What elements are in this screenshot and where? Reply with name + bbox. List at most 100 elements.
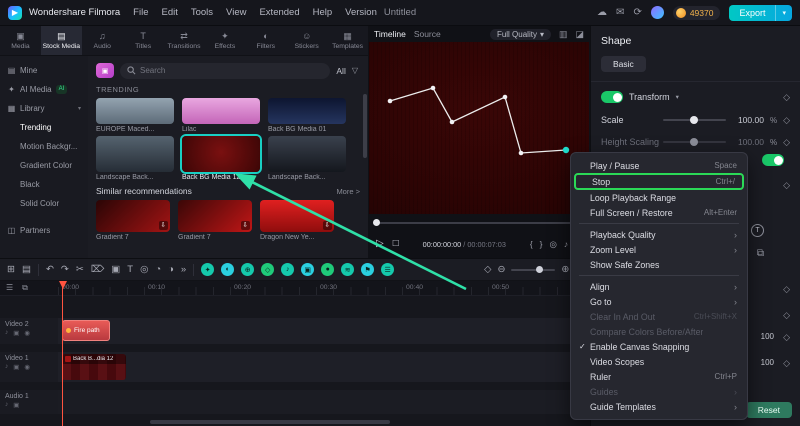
menu-item-stop[interactable]: StopCtrl+/ [574,173,744,190]
preview-scrubber[interactable] [373,218,585,228]
media-scrollbar[interactable] [363,94,367,158]
preview-canvas[interactable] [369,42,589,214]
menu-item-zoom-level[interactable]: Zoom Level› [571,242,747,257]
menu-extended[interactable]: Extended [259,7,299,18]
delete-icon[interactable]: ⌦ [91,265,104,275]
sidebar-item-partners[interactable]: ◫Partners [0,221,88,240]
mute-icon[interactable]: ♪ [5,401,8,409]
track-options-icon[interactable]: ☰ [6,283,13,293]
stock-thumbnail[interactable]: ⇩Dragon New Ye... [260,200,334,244]
stop-button[interactable]: □ [393,239,399,249]
menu-item-full-screen[interactable]: Full Screen / RestoreAlt+Enter [571,205,747,220]
copy-icon[interactable]: ⧉ [757,248,764,259]
zoom-in-icon[interactable]: ⊕ [561,265,569,275]
menu-item-show-safe-zones[interactable]: Show Safe Zones [571,257,747,272]
scrubber-handle[interactable] [373,219,380,226]
clip-fire-path[interactable]: Fire path [62,320,110,341]
menu-view[interactable]: View [226,7,246,18]
chevron-down-icon[interactable]: ▾ [676,93,679,101]
tab-titles[interactable]: TTitles [123,26,164,55]
tab-templates[interactable]: ▦Templates [327,26,368,55]
mixer-icon[interactable]: ≋ [341,263,354,276]
keyframe-record-icon[interactable]: ◎ [140,265,148,275]
avatar[interactable] [651,6,664,19]
sidebar-item-motion-backgrounds[interactable]: Motion Backgr... [0,137,88,156]
menu-edit[interactable]: Edit [161,7,177,18]
menu-item-ruler[interactable]: RulerCtrl+P [571,369,747,384]
menu-item-loop-playback-range[interactable]: Loop Playback Range [571,190,747,205]
provider-filter-button[interactable]: ▣ [96,63,114,78]
stock-thumbnail[interactable]: ⇩Gradient 7 [178,200,252,244]
track-lane[interactable]: Fire path [58,318,590,344]
keyframe-icon[interactable]: ◇ [783,116,790,125]
keyframe-icon[interactable]: ◇ [783,310,790,321]
view-layout-icon[interactable]: ▥ [559,30,568,39]
timeline-zoom-slider[interactable] [511,269,555,271]
sidebar-item-black[interactable]: Black [0,175,88,194]
stock-thumbnail[interactable]: ⇩Gradient 7 [96,200,170,244]
tab-media[interactable]: ▣Media [0,26,41,55]
transform-toggle[interactable] [601,91,623,103]
keyframe-icon[interactable]: ◇ [783,358,790,369]
scale-value[interactable]: 100.00 [732,115,764,125]
mute-icon[interactable]: ♪ [5,329,8,337]
menu-item-go-to[interactable]: Go to› [571,294,747,309]
height-scaling-value[interactable]: 100.00 [732,137,764,147]
marker-icon[interactable]: ⚑ [361,263,374,276]
sidebar-item-mine[interactable]: ▤Mine [0,61,88,80]
export-button[interactable]: Export ▾ [729,5,792,21]
playhead[interactable] [62,281,63,426]
sidebar-item-ai-media[interactable]: ✦AI MediaAI [0,80,88,99]
reset-button[interactable]: Reset [746,402,792,418]
menu-item-playback-quality[interactable]: Playback Quality› [571,227,747,242]
sidebar-item-trending[interactable]: Trending [0,118,88,137]
keyframe-icon[interactable]: ◇ [783,332,790,343]
list-tool-icon[interactable]: ☰ [381,263,394,276]
more-tools-icon[interactable]: » [181,265,186,275]
menu-item-play-pause[interactable]: Play / PauseSpace [571,158,747,173]
mark-out-icon[interactable]: } [540,240,543,249]
text-tool-icon[interactable]: T [127,265,133,275]
redo-icon[interactable]: ↷ [61,265,69,275]
visibility-icon[interactable]: ◉ [24,329,30,337]
tab-audio[interactable]: ♫Audio [82,26,123,55]
mask-tool-icon[interactable]: ✦ [201,263,214,276]
preview-tab-source[interactable]: Source [414,29,441,39]
storyboard-view-icon[interactable]: ▤ [22,265,31,275]
undo-icon[interactable]: ↶ [46,265,54,275]
zoom-out-icon[interactable]: ⊖ [497,265,505,275]
quality-dropdown[interactable]: Full Quality ▾ [490,29,551,40]
sync-icon[interactable]: ⟳ [633,8,641,18]
marker-add-icon[interactable]: ⧉ [22,283,28,293]
menu-item-guide-templates[interactable]: Guide Templates› [571,399,747,414]
message-icon[interactable]: ✉ [616,8,624,18]
stock-thumbnail-selected[interactable]: Back BG Media 12 [182,136,260,184]
timeline-hscrollbar[interactable] [150,420,390,424]
search-input[interactable] [140,66,323,75]
sidebar-item-solid-color[interactable]: Solid Color [0,194,88,213]
menu-item-video-scopes[interactable]: Video Scopes [571,354,747,369]
keyframe-add-icon[interactable]: ◇ [484,265,491,275]
split-icon[interactable]: ✂ [76,265,84,275]
filter-icon[interactable]: ▽ [352,66,358,75]
mark-in-icon[interactable]: { [530,240,533,249]
text-property-icon[interactable]: T [751,224,764,237]
property-value[interactable]: 100 [761,332,774,341]
speed-icon[interactable]: ◔ [155,265,161,275]
lock-icon[interactable]: ▣ [13,329,19,337]
cloud-icon[interactable]: ☁ [597,8,607,18]
height-scaling-slider[interactable] [663,141,726,143]
menu-item-enable-canvas-snapping[interactable]: ✓Enable Canvas Snapping [571,339,747,354]
menu-version[interactable]: Version [345,7,377,18]
all-filter[interactable]: All [336,66,345,76]
stabilize-icon[interactable]: ▣ [301,263,314,276]
grid-view-icon[interactable]: ⊞ [7,265,15,275]
keyframe-icon[interactable]: ◇ [783,93,790,102]
tab-stock-media[interactable]: ▤Stock Media [41,26,82,55]
mute-icon[interactable]: ♪ [5,363,8,371]
clip-back-bg-media[interactable]: Back B...dia 12 [62,354,126,380]
keyframe-icon[interactable]: ◇ [783,284,790,295]
tab-stickers[interactable]: ☺Stickers [286,26,327,55]
search-field[interactable] [120,63,330,79]
export-dropdown-icon[interactable]: ▾ [775,5,792,21]
